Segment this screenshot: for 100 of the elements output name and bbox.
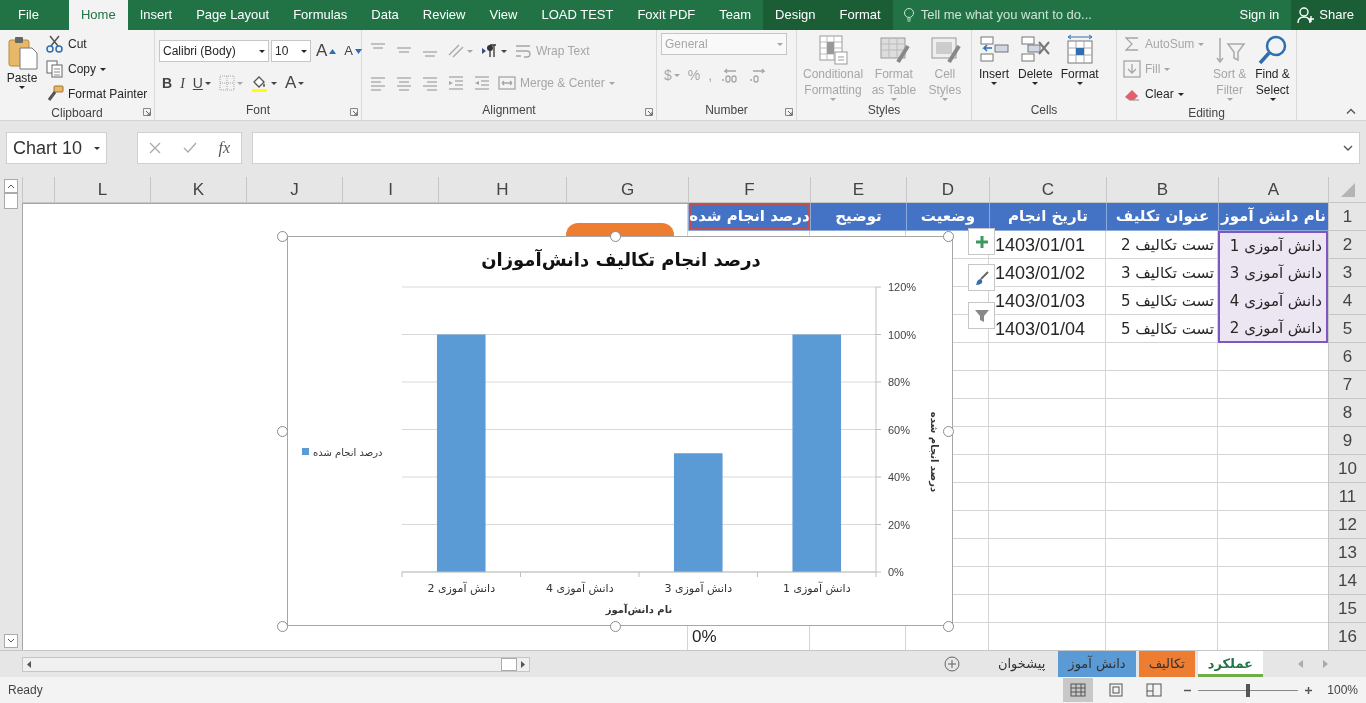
ribbon-tab[interactable]: Format [827,0,893,30]
ribbon-tab[interactable]: Design [763,0,828,30]
delete-button[interactable]: Delete [1016,33,1055,86]
font-color-button[interactable]: A [281,71,308,95]
dialog-launcher-icon[interactable] [350,108,358,116]
normal-view-button[interactable] [1063,678,1094,702]
chart-elements-button[interactable] [968,228,995,255]
row-header[interactable]: 6 [1328,343,1366,371]
row-header[interactable]: 7 [1328,371,1366,399]
ribbon-tab[interactable]: Page Layout [184,0,282,30]
ribbon-tab[interactable]: Review [410,0,478,30]
scroll-thumb-icon[interactable] [4,193,18,209]
column-header[interactable]: F [688,177,810,203]
slider-thumb[interactable] [1246,683,1251,697]
ribbon-tab[interactable]: Team [707,0,763,30]
collapse-ribbon-icon[interactable] [1346,108,1356,114]
expand-icon[interactable] [1343,145,1353,151]
chart-filters-button[interactable] [968,302,995,329]
ribbon-tab[interactable]: Formulas [281,0,360,30]
row-header[interactable]: 3 [1328,259,1366,287]
dialog-launcher-icon[interactable] [785,108,793,116]
row-header[interactable]: 1 [1328,203,1366,231]
column-header[interactable]: E [810,177,906,203]
column-header[interactable]: K [150,177,246,203]
select-all-icon[interactable] [1340,182,1355,197]
column-header[interactable]: C [989,177,1106,203]
find-select-button[interactable]: Find & Select [1253,33,1292,102]
row-header[interactable]: 2 [1328,231,1366,259]
resize-handle[interactable] [610,231,621,242]
column-header[interactable]: I [342,177,438,203]
underline-button[interactable]: U [189,71,214,95]
row-header[interactable]: 12 [1328,511,1366,539]
chart-styles-button[interactable] [968,264,995,291]
format-painter-button[interactable]: Format Painter [44,83,150,105]
scroll-thumb-icon[interactable] [501,657,517,671]
row-header[interactable]: 14 [1328,567,1366,595]
scroll-up-icon[interactable] [4,179,18,193]
ribbon-tab[interactable]: View [477,0,530,30]
sheet-tab[interactable]: عملکرد [1197,651,1263,677]
dialog-launcher-icon[interactable] [645,108,653,116]
resize-handle[interactable] [277,621,288,632]
resize-handle[interactable] [277,231,288,242]
zoom-in-icon[interactable] [1304,685,1314,695]
bold-button[interactable]: B [159,71,176,95]
font-size-field[interactable]: 10 [271,40,311,62]
ribbon-tab[interactable]: LOAD TEST [529,0,626,30]
sign-in-link[interactable]: Sign in [1227,0,1292,30]
resize-handle[interactable] [610,621,621,632]
column-header[interactable]: L [54,177,150,203]
insert-button[interactable]: Insert [976,33,1012,86]
formula-input[interactable] [252,132,1360,164]
ribbon-tab[interactable]: File [6,0,51,30]
horizontal-scrollbar[interactable] [22,656,530,672]
insert-function-button[interactable]: fx [218,136,231,160]
ribbon-tab[interactable]: Home [68,0,128,30]
grow-font-button[interactable]: A [313,39,340,63]
ribbon-tab[interactable]: Insert [127,0,185,30]
resize-handle[interactable] [943,621,954,632]
name-box[interactable]: Chart 10 [6,132,107,164]
resize-handle[interactable] [943,426,954,437]
caret-icon [94,146,100,150]
group-label: Styles [867,102,901,119]
column-header[interactable]: G [566,177,688,203]
sheet-tab[interactable]: تکالیف [1138,651,1195,677]
ribbon-tab[interactable]: Foxit PDF [625,0,708,30]
copy-button[interactable]: Copy [44,58,108,80]
vertical-scrollbar[interactable] [0,177,22,650]
column-header[interactable]: H [438,177,566,203]
zoom-level[interactable]: 100% [1327,681,1358,699]
row-header[interactable]: 5 [1328,315,1366,343]
row-header[interactable]: 10 [1328,455,1366,483]
sheet-tab[interactable]: دانش آموز [1058,651,1136,677]
share-button[interactable]: Share [1291,0,1366,30]
column-header[interactable]: D [906,177,989,203]
cut-button[interactable]: Cut [44,33,89,55]
clear-button[interactable]: Clear [1121,83,1186,105]
column-header[interactable]: J [246,177,342,203]
row-header[interactable]: 16 [1328,623,1366,650]
dialog-launcher-icon[interactable] [143,108,151,116]
format-button[interactable]: Format [1058,33,1101,86]
row-header[interactable]: 15 [1328,595,1366,623]
column-header[interactable]: B [1106,177,1218,203]
checkmark-icon[interactable] [182,142,197,154]
row-header[interactable]: 4 [1328,287,1366,315]
italic-button[interactable]: I [177,71,188,95]
column-header[interactable]: A [1218,177,1328,203]
ribbon-tab[interactable]: Data [359,0,411,30]
resize-handle[interactable] [943,231,954,242]
add-sheet-icon[interactable] [944,656,960,672]
cancel-icon[interactable] [148,142,161,154]
row-header[interactable]: 13 [1328,539,1366,567]
font-name-field[interactable]: Calibri (Body) [159,40,269,62]
search-field[interactable]: Tell me what you want to do... [892,0,1102,30]
resize-handle[interactable] [277,426,288,437]
row-header[interactable]: 11 [1328,483,1366,511]
row-header[interactable]: 9 [1328,427,1366,455]
paste-button[interactable]: Paste [4,33,40,90]
scroll-down-icon[interactable] [4,634,18,648]
shrink-font-button[interactable]: A [341,39,365,63]
row-header[interactable]: 8 [1328,399,1366,427]
